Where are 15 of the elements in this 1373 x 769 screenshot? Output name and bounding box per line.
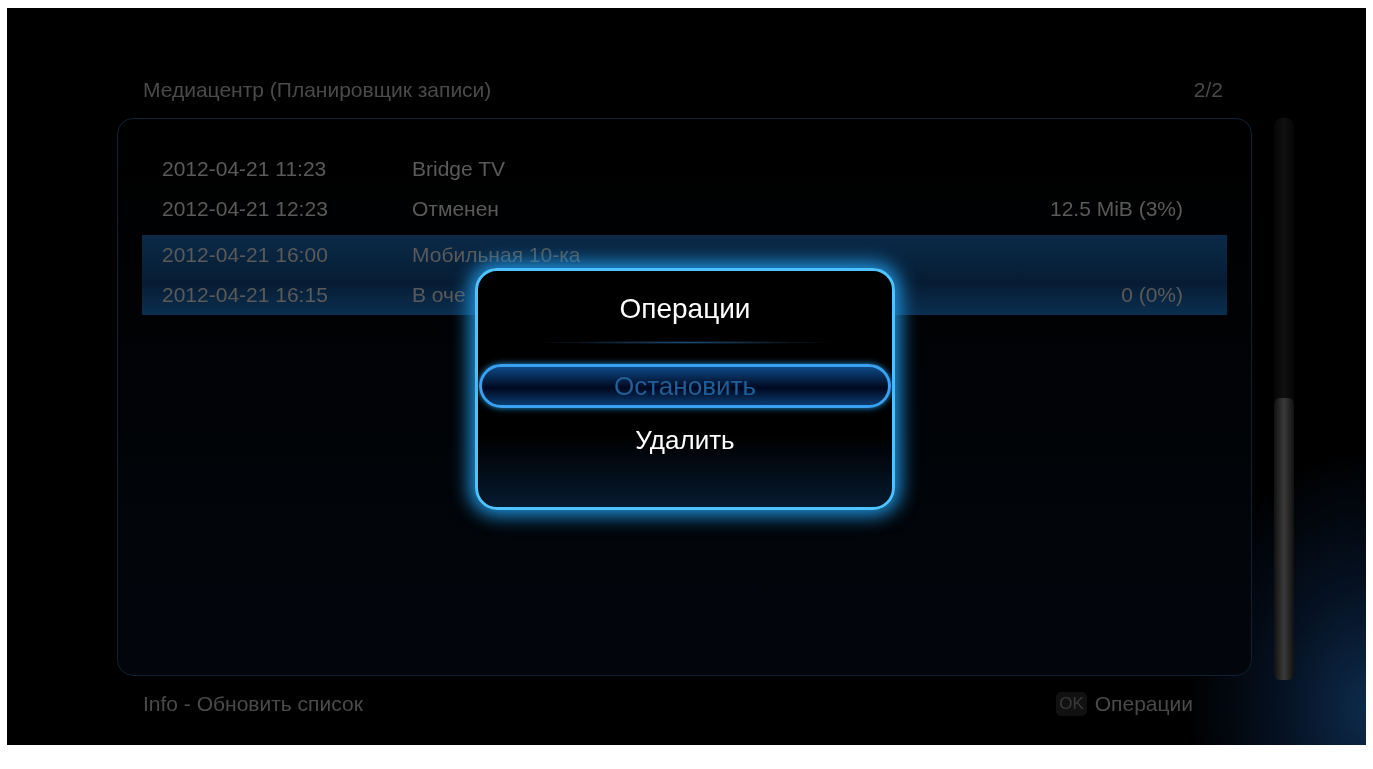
recording-size: 0 (0%) <box>1121 283 1183 307</box>
recording-title: Мобильная 10-ка <box>412 243 582 267</box>
recording-title: Bridge TV <box>412 157 506 181</box>
recording-status: В оче <box>412 283 467 307</box>
footer-action: Операции <box>1094 692 1193 716</box>
recording-size: 12.5 MiB (3%) <box>1049 197 1183 221</box>
end-time: 2012-04-21 12:23 <box>162 197 329 221</box>
page-counter: 2/2 <box>1193 78 1223 102</box>
screen-title: Медиацентр (Планировщик записи) <box>143 78 492 102</box>
recording-status: Отменен <box>412 197 500 221</box>
dialog-title: Операции <box>619 293 751 325</box>
start-time: 2012-04-21 16:00 <box>162 243 329 267</box>
footer-hint: Info - Обновить список <box>143 692 363 716</box>
end-time: 2012-04-21 16:15 <box>162 283 329 307</box>
start-time: 2012-04-21 11:23 <box>162 157 328 181</box>
